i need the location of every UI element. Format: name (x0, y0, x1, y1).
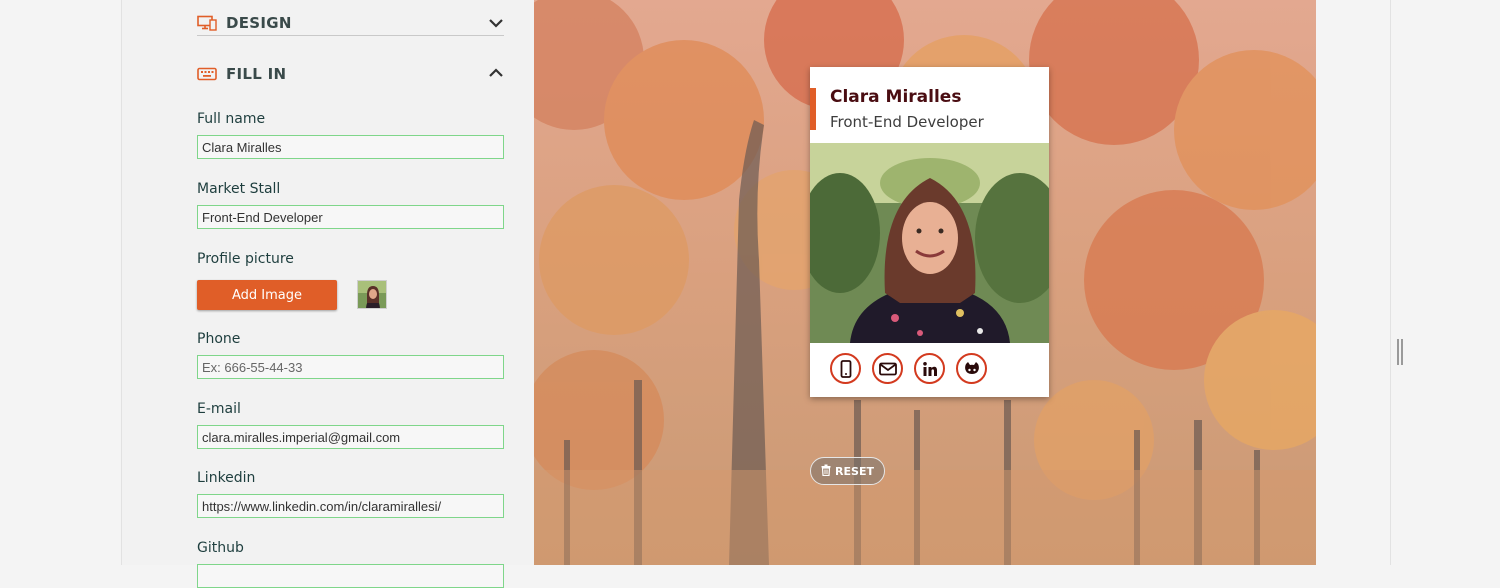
github-label: Github (197, 540, 244, 556)
email-input[interactable] (197, 425, 504, 449)
right-gutter (1390, 0, 1500, 565)
phone-label: Phone (197, 331, 241, 347)
card-name: Clara Miralles (830, 87, 962, 107)
phone-input[interactable] (197, 355, 504, 379)
market-stall-label: Market Stall (197, 181, 281, 197)
trash-icon (821, 464, 831, 479)
resize-handle[interactable] (1397, 339, 1403, 365)
profile-picture-label: Profile picture (197, 251, 294, 267)
email-label: E-mail (197, 401, 241, 417)
chevron-up-icon[interactable] (488, 65, 504, 81)
reset-button[interactable]: RESET (810, 457, 885, 485)
github-input[interactable] (197, 564, 504, 588)
chevron-down-icon[interactable] (488, 15, 504, 31)
social-links (830, 353, 987, 384)
profile-thumbnail (357, 280, 387, 309)
card-profile-photo (810, 143, 1049, 343)
card-job-title: Front-End Developer (830, 113, 984, 131)
card-preview-area: Clara Miralles Front-End Developer RESET (534, 0, 1316, 565)
full-name-input[interactable] (197, 135, 504, 159)
business-card: Clara Miralles Front-End Developer (810, 67, 1049, 397)
linkedin-icon[interactable] (914, 353, 945, 384)
full-name-label: Full name (197, 111, 266, 127)
keyboard-icon (197, 65, 217, 83)
github-icon[interactable] (956, 353, 987, 384)
section-design-title: DESIGN (226, 14, 292, 32)
section-fillin-title: FILL IN (226, 65, 287, 83)
left-gutter (0, 0, 122, 565)
reset-label: RESET (835, 464, 874, 478)
monitor-brush-icon (197, 14, 217, 32)
market-stall-input[interactable] (197, 205, 504, 229)
card-accent-bar (810, 88, 816, 130)
section-fillin-header[interactable]: FILL IN (197, 61, 504, 87)
envelope-icon[interactable] (872, 353, 903, 384)
linkedin-label: Linkedin (197, 470, 256, 486)
form-panel: DESIGN FILL IN Full name Market Stall Pr… (122, 0, 534, 588)
add-image-button[interactable]: Add Image (197, 280, 337, 310)
section-design-header[interactable]: DESIGN (197, 11, 504, 36)
linkedin-input[interactable] (197, 494, 504, 518)
mobile-icon[interactable] (830, 353, 861, 384)
